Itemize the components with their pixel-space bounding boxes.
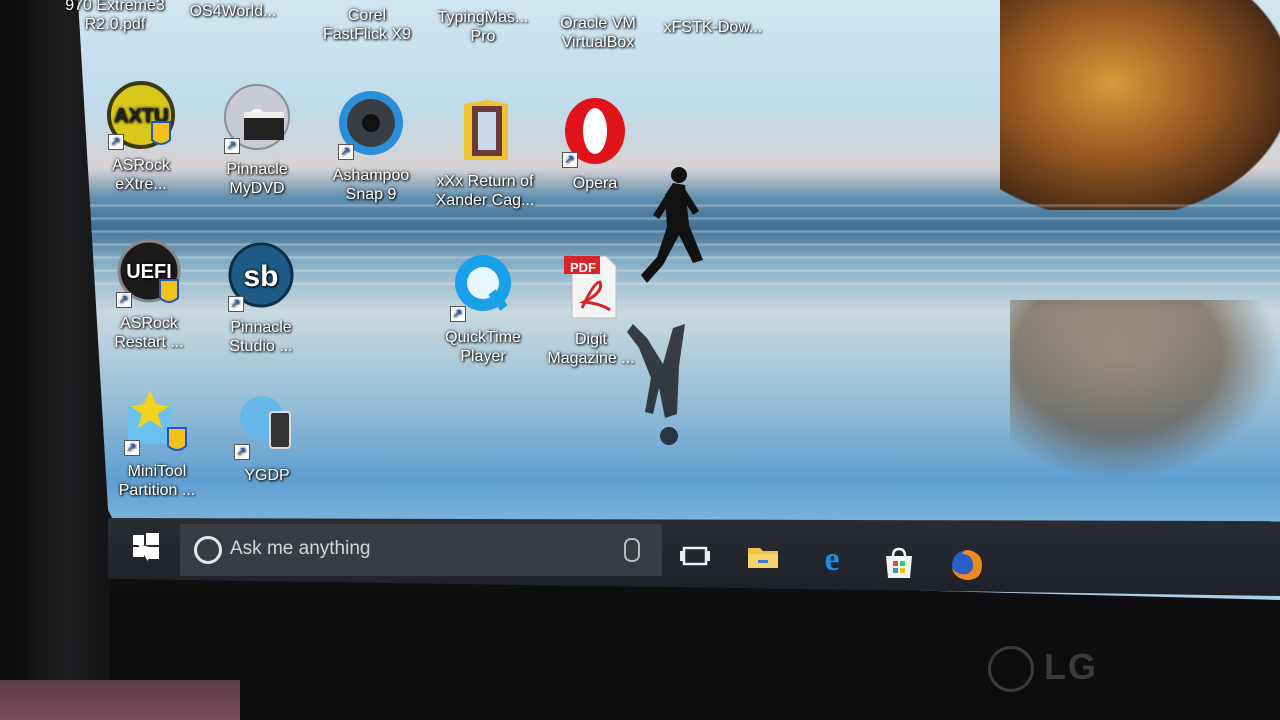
asrock-uefi-icon: UEFI bbox=[112, 236, 186, 310]
desktop-icon-digit-magazine[interactable]: PDF Digit Magazine ... bbox=[536, 252, 646, 368]
desktop-icon-top-5[interactable]: Oracle VM VirtualBox bbox=[543, 14, 653, 52]
shortcut-arrow-icon bbox=[562, 150, 578, 169]
desktop-icon-label: Corel FastFlick X9 bbox=[322, 7, 411, 43]
shortcut-arrow-icon bbox=[234, 442, 250, 461]
store-icon[interactable] bbox=[882, 546, 916, 580]
desktop-icon-xxx-movie[interactable]: xXx Return of Xander Cag... bbox=[430, 94, 540, 210]
ygdp-icon bbox=[230, 388, 304, 462]
desktop-icon-label: OS4World... bbox=[189, 3, 277, 20]
desktop-icon-top-4[interactable]: TypingMas... Pro bbox=[428, 8, 538, 46]
ashampoo-snap-icon bbox=[334, 88, 408, 162]
shortcut-arrow-icon bbox=[338, 142, 354, 161]
task-view-icon[interactable] bbox=[678, 540, 712, 574]
file-explorer-icon[interactable] bbox=[746, 540, 780, 574]
svg-text:e: e bbox=[824, 542, 839, 576]
desktop-icon-minitool[interactable]: MiniTool Partition ... bbox=[102, 384, 212, 500]
opera-icon bbox=[558, 96, 632, 170]
desktop-icon-label: ASRock Restart ... bbox=[114, 315, 184, 351]
desktop-icon-label: Opera bbox=[572, 175, 618, 192]
svg-text:sb: sb bbox=[243, 260, 278, 293]
desktop-icon-top-3[interactable]: Corel FastFlick X9 bbox=[312, 6, 422, 44]
desktop-icon-pinnacle-mydvd[interactable]: Pinnacle MyDVD bbox=[202, 82, 312, 198]
wallpaper-cliff bbox=[1000, 0, 1280, 210]
monitor-brand-logo: LG bbox=[988, 646, 1098, 693]
pdf-badge-text: PDF bbox=[570, 260, 596, 275]
desktop-icon-label: xXx Return of Xander Cag... bbox=[435, 173, 535, 209]
desktop-icon-label: 970 Extreme3 R2.0.pdf bbox=[65, 0, 165, 33]
cortana-icon bbox=[194, 536, 222, 564]
desktop-icon-label: ASRock eXtre... bbox=[112, 157, 170, 193]
movie-folder-icon bbox=[448, 94, 522, 168]
pinnacle-studio-icon: sb bbox=[224, 240, 298, 314]
shortcut-arrow-icon bbox=[116, 290, 132, 309]
shortcut-arrow-icon bbox=[228, 294, 244, 313]
minitool-icon bbox=[120, 384, 194, 458]
desktop-icon-label: Oracle VM VirtualBox bbox=[560, 15, 636, 51]
desktop-icon-label: MiniTool Partition ... bbox=[118, 463, 196, 499]
search-placeholder: Ask me anything bbox=[230, 538, 371, 559]
asrock-axtu-icon: AXTU bbox=[104, 78, 178, 152]
desktop-icon-label: QuickTime Player bbox=[445, 329, 521, 365]
desktop-icon-top-1[interactable]: 970 Extreme3 R2.0.pdf bbox=[60, 0, 170, 34]
desktop-icon-ygdp[interactable]: YGDP bbox=[212, 388, 322, 485]
lg-circle-icon bbox=[988, 646, 1034, 693]
desktop-icon-ashampoo-snap[interactable]: Ashampoo Snap 9 bbox=[316, 88, 426, 204]
desktop-icon-top-2[interactable]: OS4World... bbox=[178, 2, 288, 21]
pdf-file-icon: PDF bbox=[554, 252, 628, 326]
desktop-icon-quicktime[interactable]: QuickTime Player bbox=[428, 250, 538, 366]
desktop-icon-asrock-restart[interactable]: UEFI ASRock Restart ... bbox=[94, 236, 204, 352]
firefox-icon[interactable] bbox=[950, 548, 984, 582]
monitor-brand-text: LG bbox=[1044, 646, 1098, 687]
shortcut-arrow-icon bbox=[450, 304, 466, 323]
desktop-icon-label: YGDP bbox=[244, 467, 290, 484]
desktop-icon-label: Digit Magazine ... bbox=[547, 331, 635, 367]
desktop-icon-top-6[interactable]: xFSTK-Dow... bbox=[658, 18, 768, 37]
desktop-icon-label: TypingMas... Pro bbox=[437, 9, 529, 45]
shortcut-arrow-icon bbox=[124, 438, 140, 457]
desktop-icon-pinnacle-studio[interactable]: sb Pinnacle Studio ... bbox=[206, 240, 316, 356]
desktop-icon-label: Pinnacle MyDVD bbox=[226, 161, 288, 197]
edge-icon[interactable]: e bbox=[815, 541, 849, 578]
microphone-icon[interactable] bbox=[624, 538, 640, 562]
desktop-icon-label: Ashampoo Snap 9 bbox=[332, 167, 410, 203]
desktop-icon-label: Pinnacle Studio ... bbox=[229, 319, 293, 355]
shortcut-arrow-icon bbox=[224, 136, 240, 155]
desktop-icon-asrock-extreme[interactable]: AXTU ASRock eXtre... bbox=[86, 78, 196, 194]
wallpaper-cliff-reflection bbox=[1010, 300, 1280, 480]
desktop-icon-label: xFSTK-Dow... bbox=[663, 19, 763, 36]
shortcut-arrow-icon bbox=[108, 132, 124, 151]
quicktime-icon bbox=[446, 250, 520, 324]
cortana-search-box[interactable]: Ask me anything bbox=[180, 524, 662, 576]
desktop-icon-opera[interactable]: Opera bbox=[540, 96, 650, 193]
desk-surface bbox=[0, 680, 240, 720]
pinnacle-mydvd-icon bbox=[220, 82, 294, 156]
